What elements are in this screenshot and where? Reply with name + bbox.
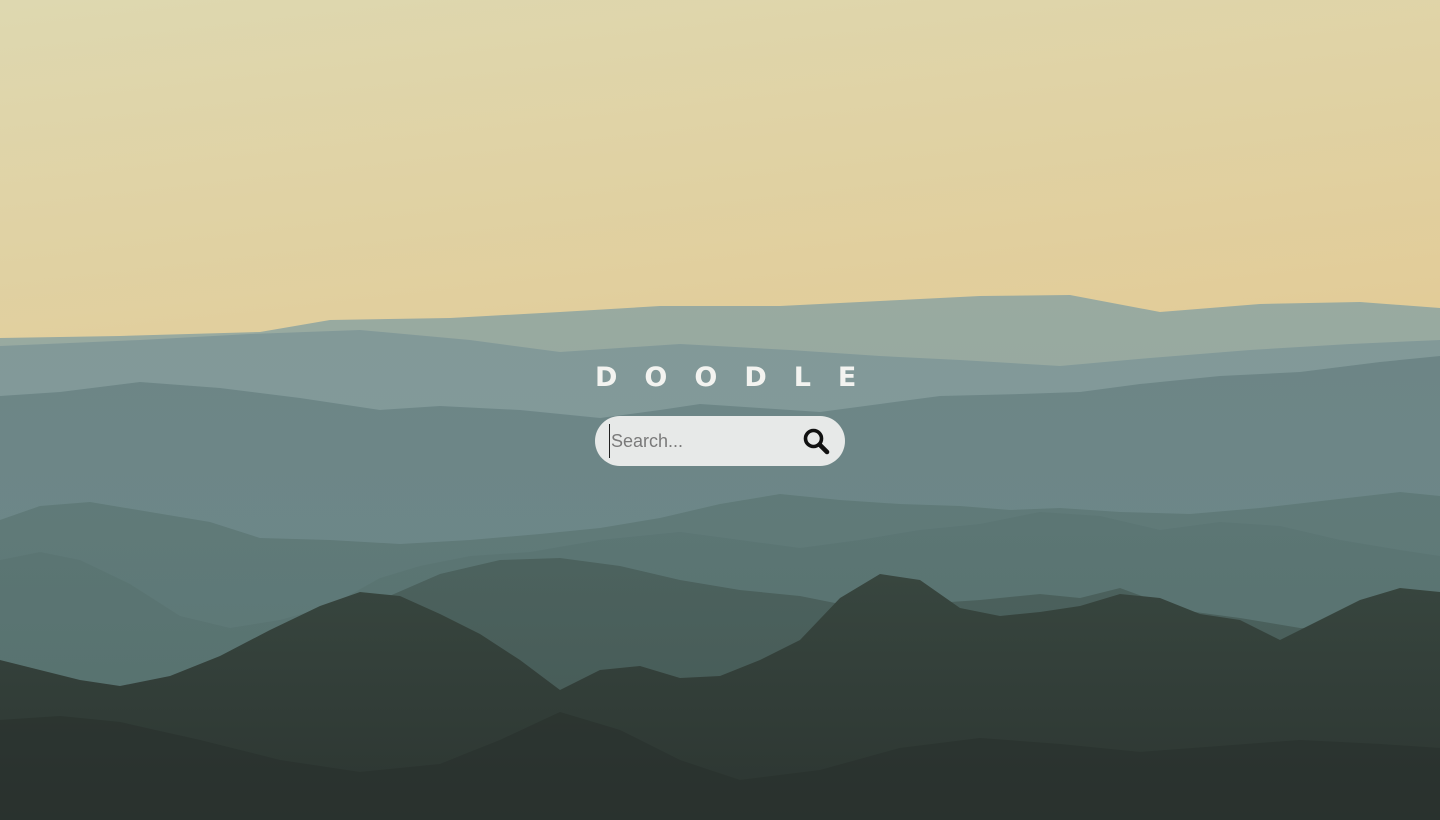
logo-title: DOODLE (595, 362, 884, 393)
search-input[interactable] (609, 424, 789, 458)
main-content: DOODLE (0, 0, 1440, 820)
search-bar[interactable] (595, 416, 845, 466)
search-button[interactable] (802, 425, 834, 457)
search-icon (803, 428, 830, 455)
